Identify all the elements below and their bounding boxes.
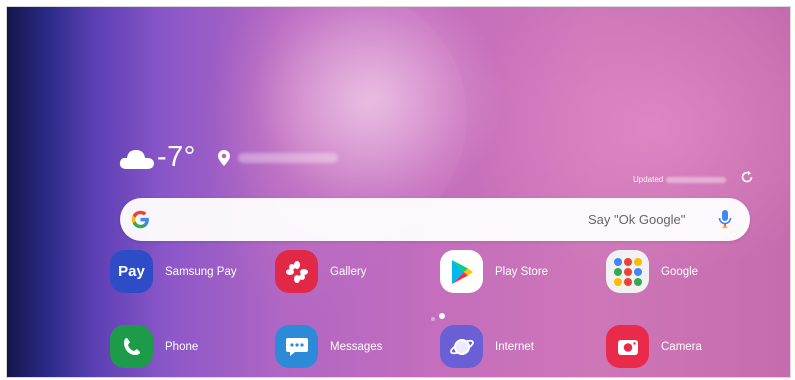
updated-time-blurred [666,176,727,183]
gallery-icon [275,250,318,293]
app-label: Play Store [495,265,549,278]
app-label: Internet [495,340,534,353]
samsung-pay-icon: Pay [110,250,153,293]
location-pin-icon [217,149,230,166]
app-phone[interactable]: Phone [110,325,198,368]
app-internet[interactable]: Internet [440,325,534,368]
app-samsung-pay[interactable]: Pay Samsung Pay [110,250,237,293]
app-camera[interactable]: Camera [606,325,702,368]
camera-icon [606,325,649,368]
messages-icon [275,325,318,368]
internet-icon [440,325,483,368]
samsung-pay-icon-text: Pay [118,263,145,280]
google-g-icon [130,209,151,230]
app-messages[interactable]: Messages [275,325,382,368]
google-apps-grid [613,257,642,286]
app-google-folder[interactable]: Google [606,250,698,293]
updated-label: Updated [633,175,664,184]
page-indicator-dot-active[interactable] [439,313,445,319]
app-label: Camera [661,340,702,353]
page-indicator-dot[interactable] [431,317,435,321]
home-screen: -7° Updated Say "Ok Google" Pay Samsung … [6,6,791,378]
weather-widget[interactable]: -7° [119,141,338,174]
app-label: Samsung Pay [165,265,237,278]
google-folder-icon [606,250,649,293]
app-label: Google [661,265,699,278]
app-gallery[interactable]: Gallery [275,250,366,293]
google-search-bar[interactable]: Say "Ok Google" [120,198,750,241]
phone-icon [110,325,153,368]
refresh-icon[interactable] [740,170,754,184]
cloud-icon [119,148,154,169]
app-label: Messages [330,340,383,353]
app-play-store[interactable]: Play Store [440,250,548,293]
voice-search-hint: Say "Ok Google" [588,212,686,227]
microphone-icon[interactable] [718,209,732,230]
temperature-text: -7° [157,141,196,173]
location-name-blurred [237,152,338,163]
play-store-icon [440,250,483,293]
app-label: Phone [165,340,199,353]
app-label: Gallery [330,265,367,278]
weather-updated: Updated [633,175,727,184]
